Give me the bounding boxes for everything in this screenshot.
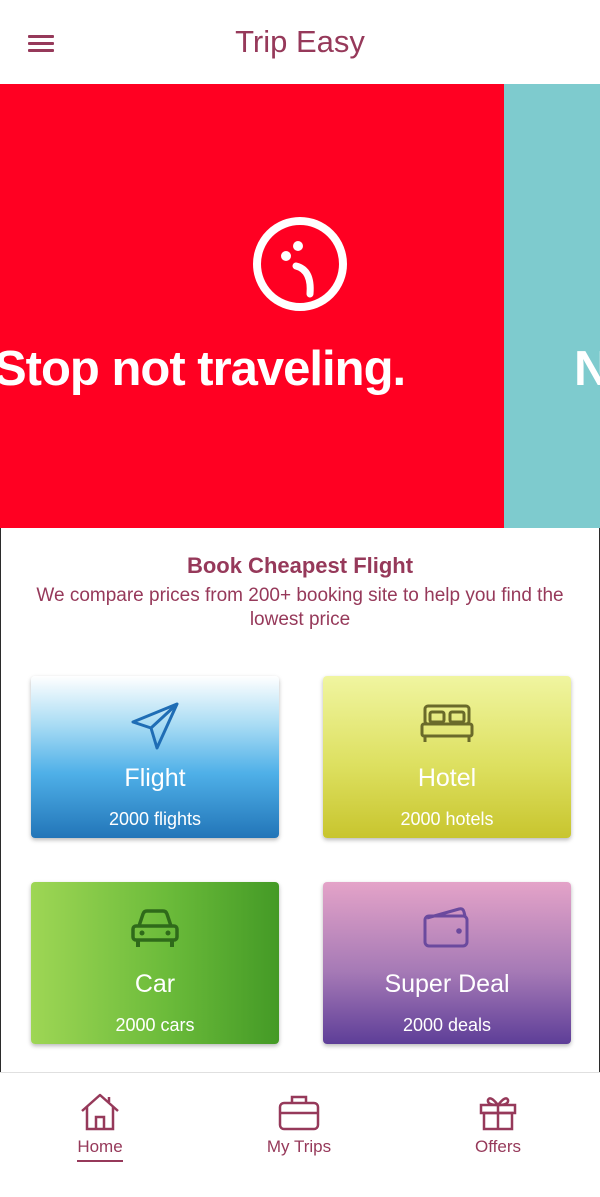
card-label: Hotel bbox=[417, 764, 477, 792]
card-count: 2000 cars bbox=[115, 1015, 195, 1035]
card-count: 2000 hotels bbox=[400, 809, 494, 829]
paper-plane-icon bbox=[131, 702, 179, 750]
card-count: 2000 flights bbox=[108, 809, 202, 829]
card-label: Super Deal bbox=[384, 970, 510, 998]
car-icon bbox=[131, 909, 179, 947]
hotel-card[interactable]: Hotel 2000 hotels bbox=[323, 676, 571, 838]
bottom-navigation: Home My Trips Offers bbox=[0, 1072, 600, 1197]
carousel-slide-text: Stop not traveling. bbox=[0, 342, 406, 396]
briefcase-icon bbox=[278, 1095, 320, 1131]
carousel-slide-next[interactable]: N bbox=[504, 84, 600, 528]
carousel-slide[interactable]: Stop not traveling. bbox=[0, 84, 504, 528]
super-deal-card[interactable]: Super Deal 2000 deals bbox=[323, 882, 571, 1044]
carousel-slide-text: N bbox=[574, 342, 600, 396]
nav-label-my-trips: My Trips bbox=[266, 1137, 332, 1156]
card-count: 2000 deals bbox=[402, 1015, 492, 1035]
wallet-icon bbox=[423, 907, 469, 948]
flight-card[interactable]: Flight 2000 flights bbox=[31, 676, 279, 838]
nav-label-offers: Offers bbox=[475, 1137, 521, 1156]
nav-item-home[interactable]: Home bbox=[30, 1091, 170, 1162]
car-card[interactable]: Car 2000 cars bbox=[31, 882, 279, 1044]
promo-carousel[interactable]: Stop not traveling. N bbox=[0, 84, 600, 528]
nav-item-my-trips[interactable]: My Trips bbox=[229, 1091, 369, 1157]
nav-label-home: Home bbox=[77, 1137, 123, 1162]
card-label: Flight bbox=[124, 764, 186, 792]
gift-icon bbox=[479, 1097, 517, 1131]
app-title: Trip Easy bbox=[235, 24, 365, 59]
app-header: Trip Easy bbox=[0, 0, 600, 84]
card-label: Car bbox=[134, 970, 176, 998]
nav-item-offers[interactable]: Offers bbox=[428, 1091, 568, 1157]
home-icon bbox=[81, 1093, 119, 1131]
bed-icon bbox=[420, 704, 474, 742]
section-subtitle: We compare prices from 200+ booking site… bbox=[36, 585, 564, 630]
sad-face-icon bbox=[253, 217, 347, 311]
section-title: Book Cheapest Flight bbox=[186, 553, 414, 578]
